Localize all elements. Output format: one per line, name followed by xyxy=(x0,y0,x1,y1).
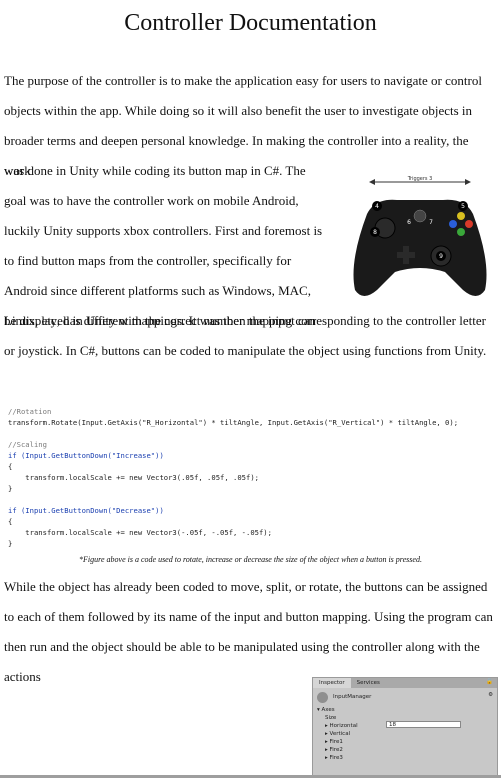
code-line: } xyxy=(8,539,13,548)
label-7: 7 xyxy=(429,219,433,226)
trigger-label: Triggers 3 xyxy=(407,176,433,182)
code-line: transform.localScale += new Vector3(-.05… xyxy=(8,528,272,537)
intro-paragraph-tail: be displayed in Unity with the correct n… xyxy=(4,313,487,358)
object-name: InputManager xyxy=(333,694,372,700)
axis-item[interactable]: ▸ Fire1 xyxy=(313,738,497,746)
inspector-tab-bar: Inspector Services 🔒 xyxy=(313,678,497,688)
axis-item-label: Fire3 xyxy=(329,755,343,761)
button-b xyxy=(465,220,473,228)
code-line: if (Input.GetButtonDown("Decrease")) xyxy=(8,506,164,515)
code-line: } xyxy=(8,484,13,493)
xbox-logo-button xyxy=(413,209,427,223)
axis-item-label: Vertical xyxy=(329,731,351,737)
settings-icon[interactable]: ⚙ xyxy=(488,692,493,698)
label-8: 8 xyxy=(373,229,377,236)
label-9: 9 xyxy=(439,253,443,260)
code-line: transform.localScale += new Vector3(.05f… xyxy=(8,473,259,482)
unity-inspector-panel: Inspector Services 🔒 InputManager ⚙ ▾ Ax… xyxy=(312,677,498,778)
axis-item[interactable]: ▸ Vertical xyxy=(313,730,497,738)
axis-item-label: Horizontal xyxy=(329,723,358,729)
button-a xyxy=(457,228,465,236)
button-x xyxy=(449,220,457,228)
xbox-controller-icon: Triggers 3 4 5 8 6 7 9 xyxy=(353,176,487,296)
label-5: 5 xyxy=(461,203,465,210)
inspector-header: InputManager ⚙ xyxy=(313,688,497,706)
trigger-arrow-right xyxy=(465,179,471,185)
size-input[interactable]: 18 xyxy=(386,721,461,728)
code-line: { xyxy=(8,462,13,471)
page-title: Controller Documentation xyxy=(124,10,377,36)
figure-caption: *Figure above is a code used to rotate, … xyxy=(79,555,422,564)
axes-label: Axes xyxy=(321,707,335,713)
code-block: //Rotation transform.Rotate(Input.GetAxi… xyxy=(8,406,498,549)
axes-foldout[interactable]: ▾ Axes xyxy=(313,706,497,714)
code-line: transform.Rotate(Input.GetAxis("R_Horizo… xyxy=(8,418,459,427)
tab-inspector[interactable]: Inspector xyxy=(313,678,351,688)
gear-icon xyxy=(317,691,328,703)
code-line: if (Input.GetButtonDown("Increase")) xyxy=(8,451,164,460)
body-paragraph: While the object has already been coded … xyxy=(4,579,493,684)
axis-item[interactable]: ▸ Fire2 xyxy=(313,746,497,754)
code-line: { xyxy=(8,517,13,526)
button-y xyxy=(457,212,465,220)
lock-icon[interactable]: 🔒 xyxy=(486,679,493,685)
tab-services[interactable]: Services xyxy=(351,678,386,688)
axis-item-label: Fire2 xyxy=(329,747,343,753)
axis-item-label: Fire1 xyxy=(329,739,343,745)
dpad-horizontal xyxy=(397,252,415,258)
label-6: 6 xyxy=(407,219,411,226)
trigger-arrow-left xyxy=(369,179,375,185)
axis-item[interactable]: ▸ Fire3 xyxy=(313,754,497,762)
label-4: 4 xyxy=(375,203,379,210)
code-line: //Rotation xyxy=(8,407,52,416)
code-line: //Scaling xyxy=(8,440,47,449)
